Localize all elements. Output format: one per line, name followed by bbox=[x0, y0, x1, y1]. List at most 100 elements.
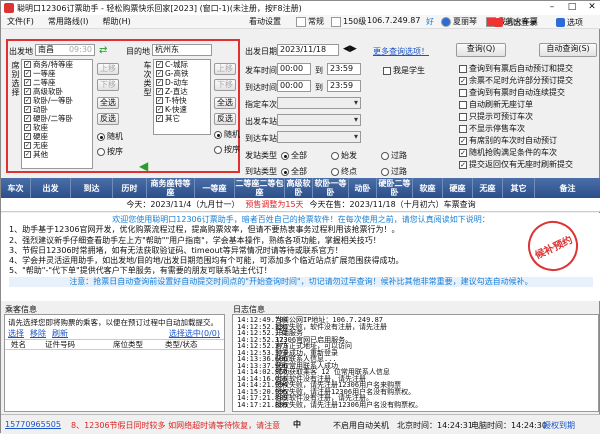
ime-indicator[interactable]: 中 bbox=[293, 419, 301, 430]
back-arrow-icon[interactable]: ◀ bbox=[139, 159, 148, 173]
select-passenger-link[interactable]: 选择 bbox=[8, 328, 24, 339]
column-header[interactable]: 出发 bbox=[31, 178, 71, 198]
seat-move-down-button[interactable]: 下移 bbox=[97, 79, 119, 91]
depart-to-input[interactable]: 23:59 bbox=[327, 63, 361, 75]
column-header[interactable]: 无座 bbox=[473, 178, 503, 198]
swap-icon[interactable]: ⇄ bbox=[99, 45, 107, 56]
network-mode[interactable]: 常规 bbox=[296, 16, 324, 27]
option-checkbox[interactable]: 自动刷新无座订单 bbox=[459, 99, 533, 110]
train-list[interactable]: ✓ C-城际 ✓ G-高铁 ✓ D-动车 ✓ Z-直达 ✓ T-特快 ✓ K-快速 ✓ 其它 bbox=[153, 59, 211, 135]
checkbox-icon: ✓ bbox=[24, 141, 31, 149]
date-nav-icon[interactable]: ◀▶ bbox=[343, 44, 357, 54]
query-button[interactable]: 查询(Q) bbox=[456, 43, 506, 57]
train-type-option[interactable]: ✓ 其它 bbox=[154, 114, 210, 123]
option-checkbox[interactable]: ✓ 提交返回仅有无座时刷新提交 bbox=[459, 159, 573, 170]
depart-type-origin[interactable]: 始发 bbox=[331, 150, 357, 161]
seat-invert-button[interactable]: 反选 bbox=[97, 113, 119, 125]
train-type-option[interactable]: ✓ K-快速 bbox=[154, 105, 210, 114]
train-random-radio[interactable]: 随机 bbox=[214, 129, 240, 140]
from-input[interactable]: 南昌 09:30 bbox=[35, 44, 95, 56]
column-header[interactable]: 动卧 bbox=[349, 178, 377, 198]
depart-time-label: 发车时间 bbox=[245, 66, 277, 75]
arrive-type-pass[interactable]: 过路 bbox=[381, 166, 407, 177]
column-header[interactable]: 硬座 bbox=[443, 178, 473, 198]
column-header[interactable]: 商务座特等座 bbox=[147, 178, 195, 198]
phone-link[interactable]: 15770965505 bbox=[5, 420, 61, 429]
level-icon bbox=[331, 16, 341, 27]
column-header[interactable]: 软座 bbox=[413, 178, 443, 198]
auto-shutdown[interactable]: 不启用自动关机 bbox=[333, 420, 389, 431]
column-header[interactable]: 备注 bbox=[535, 178, 600, 198]
column-header[interactable]: 二等座二等包座 bbox=[235, 178, 285, 198]
seat-select-all-button[interactable]: 全选 bbox=[97, 97, 119, 109]
depart-type-pass[interactable]: 过路 bbox=[381, 150, 407, 161]
column-header[interactable]: 到达 bbox=[71, 178, 113, 198]
student-checkbox[interactable]: 我是学生 bbox=[383, 65, 425, 76]
seat-list[interactable]: ✓ 商务/特等座 ✓ 一等座 ✓ 二等座 ✓ 高级软卧 ✓ 软卧/一等卧 ✓ 动卧 ✓ 硬卧/二等卧 ✓ 软座… bbox=[21, 59, 93, 169]
arrive-to-input[interactable]: 23:59 bbox=[327, 80, 361, 92]
column-header[interactable]: 高级软卧 bbox=[285, 178, 313, 198]
arrive-type-end[interactable]: 终点 bbox=[331, 166, 357, 177]
seat-order-radio[interactable]: 按序 bbox=[97, 146, 123, 157]
checkbox-icon: ✓ bbox=[24, 87, 31, 95]
date-info-row: 今天：2023/11/4（九月廿一） 预售调整为15天 今天在售：2023/11… bbox=[1, 198, 600, 212]
option-checkbox[interactable]: ✓ 有席别的车次时自动预订 bbox=[459, 135, 557, 146]
option-checkbox[interactable]: 不显示停售车次 bbox=[459, 123, 525, 134]
notice-line: 4、学会并灵活运用助手，如出发地/目的地/出发日期范围均有个可能，可添加多个临近… bbox=[9, 256, 404, 266]
arrive-station-label: 到达车站 bbox=[245, 134, 277, 143]
arrive-from-input[interactable]: 00:00 bbox=[277, 80, 311, 92]
train-order-radio[interactable]: 按序 bbox=[214, 144, 240, 155]
log-line: 14:17:21.889 授权失败，请先注册12306用户名没有购票权。 bbox=[237, 400, 423, 409]
register-link[interactable]: 授权到期 bbox=[543, 420, 575, 431]
close-button[interactable]: ✕ bbox=[581, 1, 600, 15]
seat-move-up-button[interactable]: 上移 bbox=[97, 63, 119, 75]
train-move-up-button[interactable]: 上移 bbox=[214, 63, 236, 75]
column-header[interactable]: 车次 bbox=[1, 178, 31, 198]
depart-station-select[interactable] bbox=[277, 114, 361, 126]
date-input[interactable]: 2023/11/18 bbox=[277, 44, 339, 56]
more-settings-link[interactable]: 更多查询选项！ bbox=[373, 46, 429, 57]
menu-file[interactable]: 文件(F) bbox=[7, 16, 34, 27]
exit-login-button[interactable]: 退出登录 bbox=[494, 16, 537, 28]
refresh-passenger-link[interactable]: 刷新 bbox=[52, 328, 68, 339]
seat-random-radio[interactable]: 随机 bbox=[97, 131, 123, 142]
to-input[interactable]: 杭州东 bbox=[152, 44, 212, 56]
sale-day: 今天在售：2023/11/18（十月初六）车票查询 bbox=[309, 200, 476, 209]
auto-query-button[interactable]: 自动查询(S) bbox=[539, 43, 597, 57]
arrive-station-select[interactable] bbox=[277, 131, 361, 143]
seat-option[interactable]: ✓ 其他 bbox=[22, 150, 92, 159]
option-checkbox[interactable]: ✓ 余票不足时允许部分预订提交 bbox=[459, 75, 573, 86]
option-checkbox[interactable]: 只提示可预订车次 bbox=[459, 111, 533, 122]
notice-bar: 注意：抢票日自动查询前设置好自动提交时间点的"开始查询时间"，切记请勿过早查询！… bbox=[9, 276, 593, 288]
train-move-down-button[interactable]: 下移 bbox=[214, 79, 236, 91]
menu-help[interactable]: 帮助(H) bbox=[102, 16, 130, 27]
train-invert-button[interactable]: 反选 bbox=[214, 113, 236, 125]
option-checkbox[interactable]: ✓ 随机抢购满足条件的车次 bbox=[459, 147, 557, 158]
minimize-button[interactable]: – bbox=[541, 1, 563, 15]
menu-routes[interactable]: 常用路线(I) bbox=[48, 16, 89, 27]
depart-from-input[interactable]: 00:00 bbox=[277, 63, 311, 75]
column-header[interactable]: 软卧一等卧 bbox=[313, 178, 349, 198]
notice-panel: 欢迎您使用聪明口12306订票助手，暗者百姓自己的抢票软件！在每次使用之前，请您… bbox=[1, 213, 600, 301]
checkbox-icon: ✓ bbox=[24, 60, 31, 68]
depart-type-all[interactable]: 全部 bbox=[281, 150, 307, 161]
user-button[interactable]: 夏丽琴 bbox=[441, 16, 477, 27]
selection-count-link[interactable]: 选择选中(0/0) bbox=[169, 328, 220, 339]
fix-train-select[interactable] bbox=[277, 97, 361, 109]
column-header[interactable]: 历时 bbox=[113, 178, 147, 198]
options-button[interactable]: 选项 bbox=[556, 16, 583, 28]
train-select-all-button[interactable]: 全选 bbox=[214, 97, 236, 109]
column-header[interactable]: 其它 bbox=[503, 178, 535, 198]
option-checkbox[interactable]: 查询到有票时自动连续提交 bbox=[459, 87, 565, 98]
option-checkbox[interactable]: 查询到有票后自动预订和提交 bbox=[459, 63, 573, 74]
remove-passenger-link[interactable]: 移除 bbox=[30, 328, 46, 339]
arrive-type-label: 到站类型 bbox=[245, 167, 277, 176]
seat-title: 席别选择 bbox=[11, 61, 20, 97]
maximize-button[interactable]: □ bbox=[561, 1, 583, 15]
column-header[interactable]: 一等座 bbox=[195, 178, 235, 198]
checkbox-icon: ✓ bbox=[24, 78, 31, 86]
auto-settings[interactable]: 看动设置 bbox=[249, 16, 281, 27]
arrive-type-all[interactable]: 全部 bbox=[281, 166, 307, 177]
column-header[interactable]: 硬卧二等卧 bbox=[377, 178, 413, 198]
to-sep-2: 到 bbox=[315, 83, 323, 92]
